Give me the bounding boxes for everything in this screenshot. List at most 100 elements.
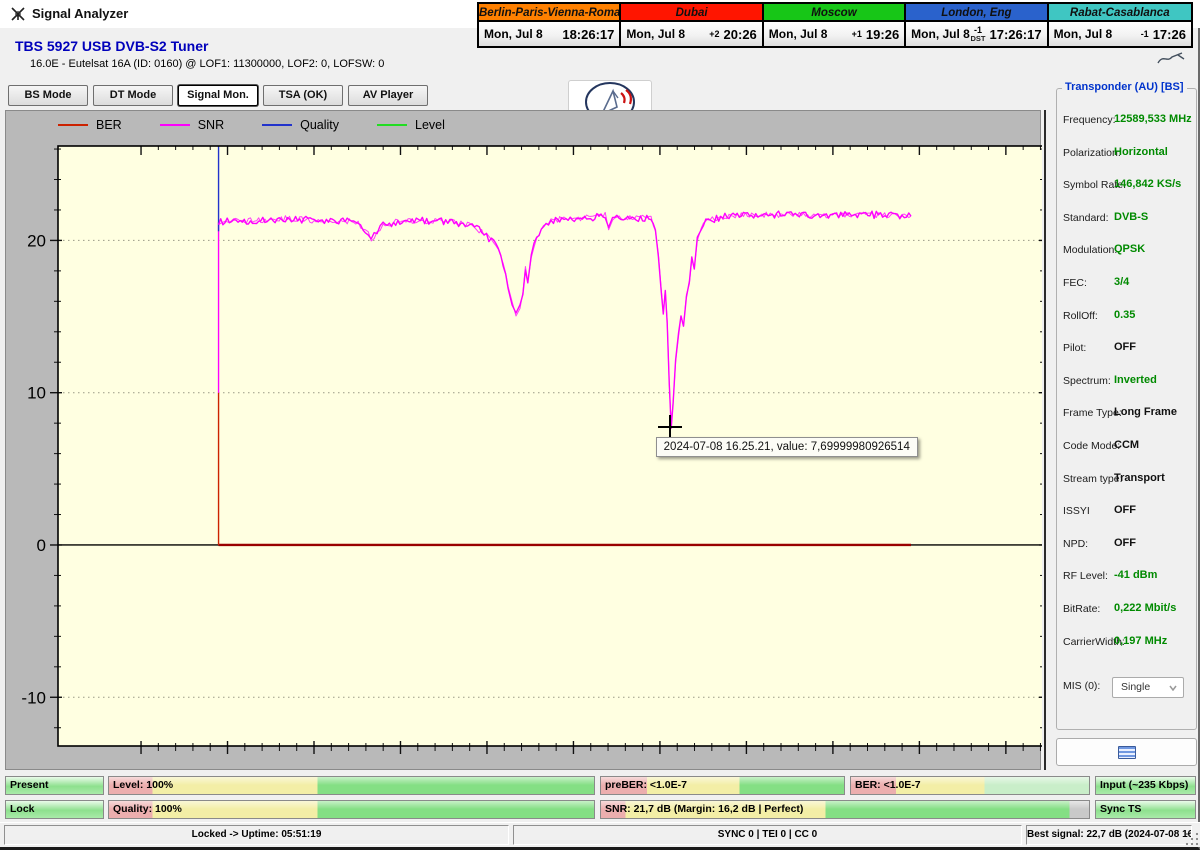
input-indicator: Input (~235 Kbps) bbox=[1095, 776, 1196, 795]
field-label: Standard: bbox=[1063, 211, 1109, 224]
field-label: NPD: bbox=[1063, 537, 1089, 550]
clock-moscow: Moscow Mon, Jul 8 +1 19:26 bbox=[763, 4, 907, 46]
tab-bs-mode[interactable]: BS Mode bbox=[8, 85, 88, 106]
device-title: TBS 5927 USB DVB-S2 Tuner bbox=[15, 38, 209, 54]
transponder-row: RollOff: 0.35 bbox=[1057, 301, 1196, 334]
field-value: OFF bbox=[1114, 536, 1136, 549]
tab-signal-mon[interactable]: Signal Mon. bbox=[178, 85, 258, 106]
transponder-row: Spectrum: Inverted bbox=[1057, 366, 1196, 399]
field-value: Horizontal bbox=[1114, 145, 1168, 158]
window-title: Signal Analyzer bbox=[32, 6, 129, 21]
tuner-info: 16.0E - Eutelsat 16A (ID: 0160) @ LOF1: … bbox=[30, 58, 385, 70]
preber-bar: preBER: <1.0E-7 bbox=[600, 776, 845, 795]
transponder-row: FEC: 3/4 bbox=[1057, 268, 1196, 301]
app-icon bbox=[11, 7, 25, 21]
clock-date: Mon, Jul 8 bbox=[768, 27, 828, 41]
clock-dubai: Dubai Mon, Jul 8 +2 20:26 bbox=[621, 4, 764, 46]
field-label: RF Level: bbox=[1063, 570, 1108, 583]
chart-tooltip: 2024-07-08 16.25.21, value: 7,6999998092… bbox=[655, 436, 918, 457]
field-label: Modulation: bbox=[1063, 244, 1118, 257]
clock-date: Mon, Jul 8 bbox=[911, 27, 970, 41]
clock-city-label: Berlin-Paris-Vienna-Roma bbox=[479, 4, 620, 22]
level-bar: Level: 100% bbox=[108, 776, 595, 795]
status-bar: Locked -> Uptime: 05:51:19 SYNC 0 | TEI … bbox=[0, 822, 1200, 847]
transponder-title: Transponder (AU) [BS] bbox=[1062, 81, 1187, 93]
field-value: -41 dBm bbox=[1114, 569, 1158, 582]
disk-icon bbox=[1117, 745, 1136, 759]
export-button[interactable] bbox=[1056, 738, 1197, 766]
transponder-panel: Transponder (AU) [BS] Frequency: 12589,5… bbox=[1056, 81, 1197, 730]
field-value: 12589,533 MHz bbox=[1114, 113, 1192, 125]
mode-tabs: BS Mode DT Mode Signal Mon. TSA (OK) AV … bbox=[8, 85, 428, 106]
field-value: 0.35 bbox=[1114, 308, 1136, 321]
resize-grip[interactable] bbox=[1184, 831, 1198, 845]
field-label: Frequency: bbox=[1063, 114, 1116, 126]
field-value: 146,842 KS/s bbox=[1114, 178, 1182, 191]
transponder-row: BitRate: 0,222 Mbit/s bbox=[1057, 594, 1196, 627]
clock-date: Mon, Jul 8 bbox=[1053, 27, 1113, 41]
transponder-row: NPD: OFF bbox=[1057, 529, 1196, 562]
field-label: RollOff: bbox=[1063, 309, 1098, 322]
svg-text:10: 10 bbox=[27, 384, 46, 403]
uptime-status: Locked -> Uptime: 05:51:19 bbox=[4, 825, 509, 845]
transponder-row: ISSYI OFF bbox=[1057, 496, 1196, 529]
field-value: OFF bbox=[1114, 504, 1136, 517]
clock-time: 18:26:17 bbox=[562, 26, 615, 42]
clock-berlin: Berlin-Paris-Vienna-Roma Mon, Jul 8 18:2… bbox=[479, 4, 622, 46]
counters-status: SYNC 0 | TEI 0 | CC 0 bbox=[513, 825, 1022, 845]
mis-label: MIS (0): bbox=[1063, 680, 1101, 692]
clock-time: 17:26:17 bbox=[989, 26, 1042, 42]
pen-icon bbox=[1157, 52, 1185, 64]
transponder-row: Code Mode: CCM bbox=[1057, 431, 1196, 464]
clock-city-label: Dubai bbox=[621, 4, 762, 22]
clock-city-label: Rabat-Casablanca bbox=[1048, 4, 1191, 22]
field-value: Inverted bbox=[1114, 373, 1157, 386]
field-value: Transport bbox=[1114, 471, 1165, 484]
field-label: Polarization: bbox=[1063, 146, 1121, 159]
tab-av-player[interactable]: AV Player bbox=[348, 85, 428, 106]
transponder-row: Stream type: Transport bbox=[1057, 464, 1196, 497]
tab-tsa[interactable]: TSA (OK) bbox=[263, 85, 343, 106]
present-indicator: Present bbox=[5, 776, 104, 795]
snr-bar: SNR: 21,7 dB (Margin: 16,2 dB | Perfect) bbox=[600, 800, 1090, 819]
clock-date: Mon, Jul 8 bbox=[484, 27, 543, 41]
tab-dt-mode[interactable]: DT Mode bbox=[93, 85, 173, 106]
field-value: OFF bbox=[1114, 341, 1136, 354]
transponder-row: Frequency: 12589,533 MHz bbox=[1057, 105, 1196, 138]
transponder-row: Standard: DVB-S bbox=[1057, 203, 1196, 236]
sync-ts-indicator: Sync TS bbox=[1095, 800, 1196, 819]
field-label: ISSYI bbox=[1063, 505, 1090, 518]
clock-london: London, Eng Mon, Jul 8 -1 DST 17:26:17 bbox=[906, 4, 1049, 46]
ber-bar: BER: <1.0E-7 bbox=[850, 776, 1090, 795]
clock-city-label: London, Eng bbox=[906, 4, 1047, 22]
svg-text:-10: -10 bbox=[21, 688, 46, 707]
field-label: FEC: bbox=[1063, 276, 1087, 289]
field-value: 0,222 Mbit/s bbox=[1114, 601, 1177, 614]
transponder-row: Modulation: QPSK bbox=[1057, 235, 1196, 268]
chart-sidebar-splitter[interactable] bbox=[1044, 110, 1046, 770]
clock-rabat: Rabat-Casablanca Mon, Jul 8 -1 17:26 bbox=[1048, 4, 1191, 46]
clock-time: 20:26 bbox=[723, 26, 757, 42]
clock-time: 19:26 bbox=[865, 26, 900, 42]
field-value: CCM bbox=[1114, 438, 1140, 451]
best-signal-status: Best signal: 22,7 dB (2024-07-08 16:58) bbox=[1026, 825, 1192, 845]
world-clock-table: Berlin-Paris-Vienna-Roma Mon, Jul 8 18:2… bbox=[477, 2, 1193, 48]
svg-text:0: 0 bbox=[37, 536, 46, 555]
mis-select[interactable]: Single bbox=[1112, 677, 1184, 698]
quality-bar: Quality: 100% bbox=[108, 800, 595, 819]
mis-row: MIS (0): Single bbox=[1057, 675, 1196, 699]
transponder-rows: Frequency: 12589,533 MHz Polarization: Ho… bbox=[1057, 105, 1196, 659]
transponder-row: Frame Type: Long Frame bbox=[1057, 398, 1196, 431]
field-label: Frame Type: bbox=[1063, 407, 1122, 420]
field-value: 0,197 MHz bbox=[1114, 634, 1168, 647]
transponder-row: Symbol Rate: 146,842 KS/s bbox=[1057, 170, 1196, 203]
clock-time: 17:26 bbox=[1152, 26, 1186, 42]
field-label: Spectrum: bbox=[1063, 374, 1111, 387]
field-label: Code Mode: bbox=[1063, 439, 1121, 452]
transponder-row: CarrierWidth: 0,197 MHz bbox=[1057, 627, 1196, 660]
transponder-row: RF Level: -41 dBm bbox=[1057, 561, 1196, 594]
field-value: QPSK bbox=[1114, 243, 1146, 256]
chevron-down-icon bbox=[1169, 685, 1177, 691]
transponder-row: Polarization: Horizontal bbox=[1057, 138, 1196, 171]
field-value: Long Frame bbox=[1114, 406, 1177, 419]
